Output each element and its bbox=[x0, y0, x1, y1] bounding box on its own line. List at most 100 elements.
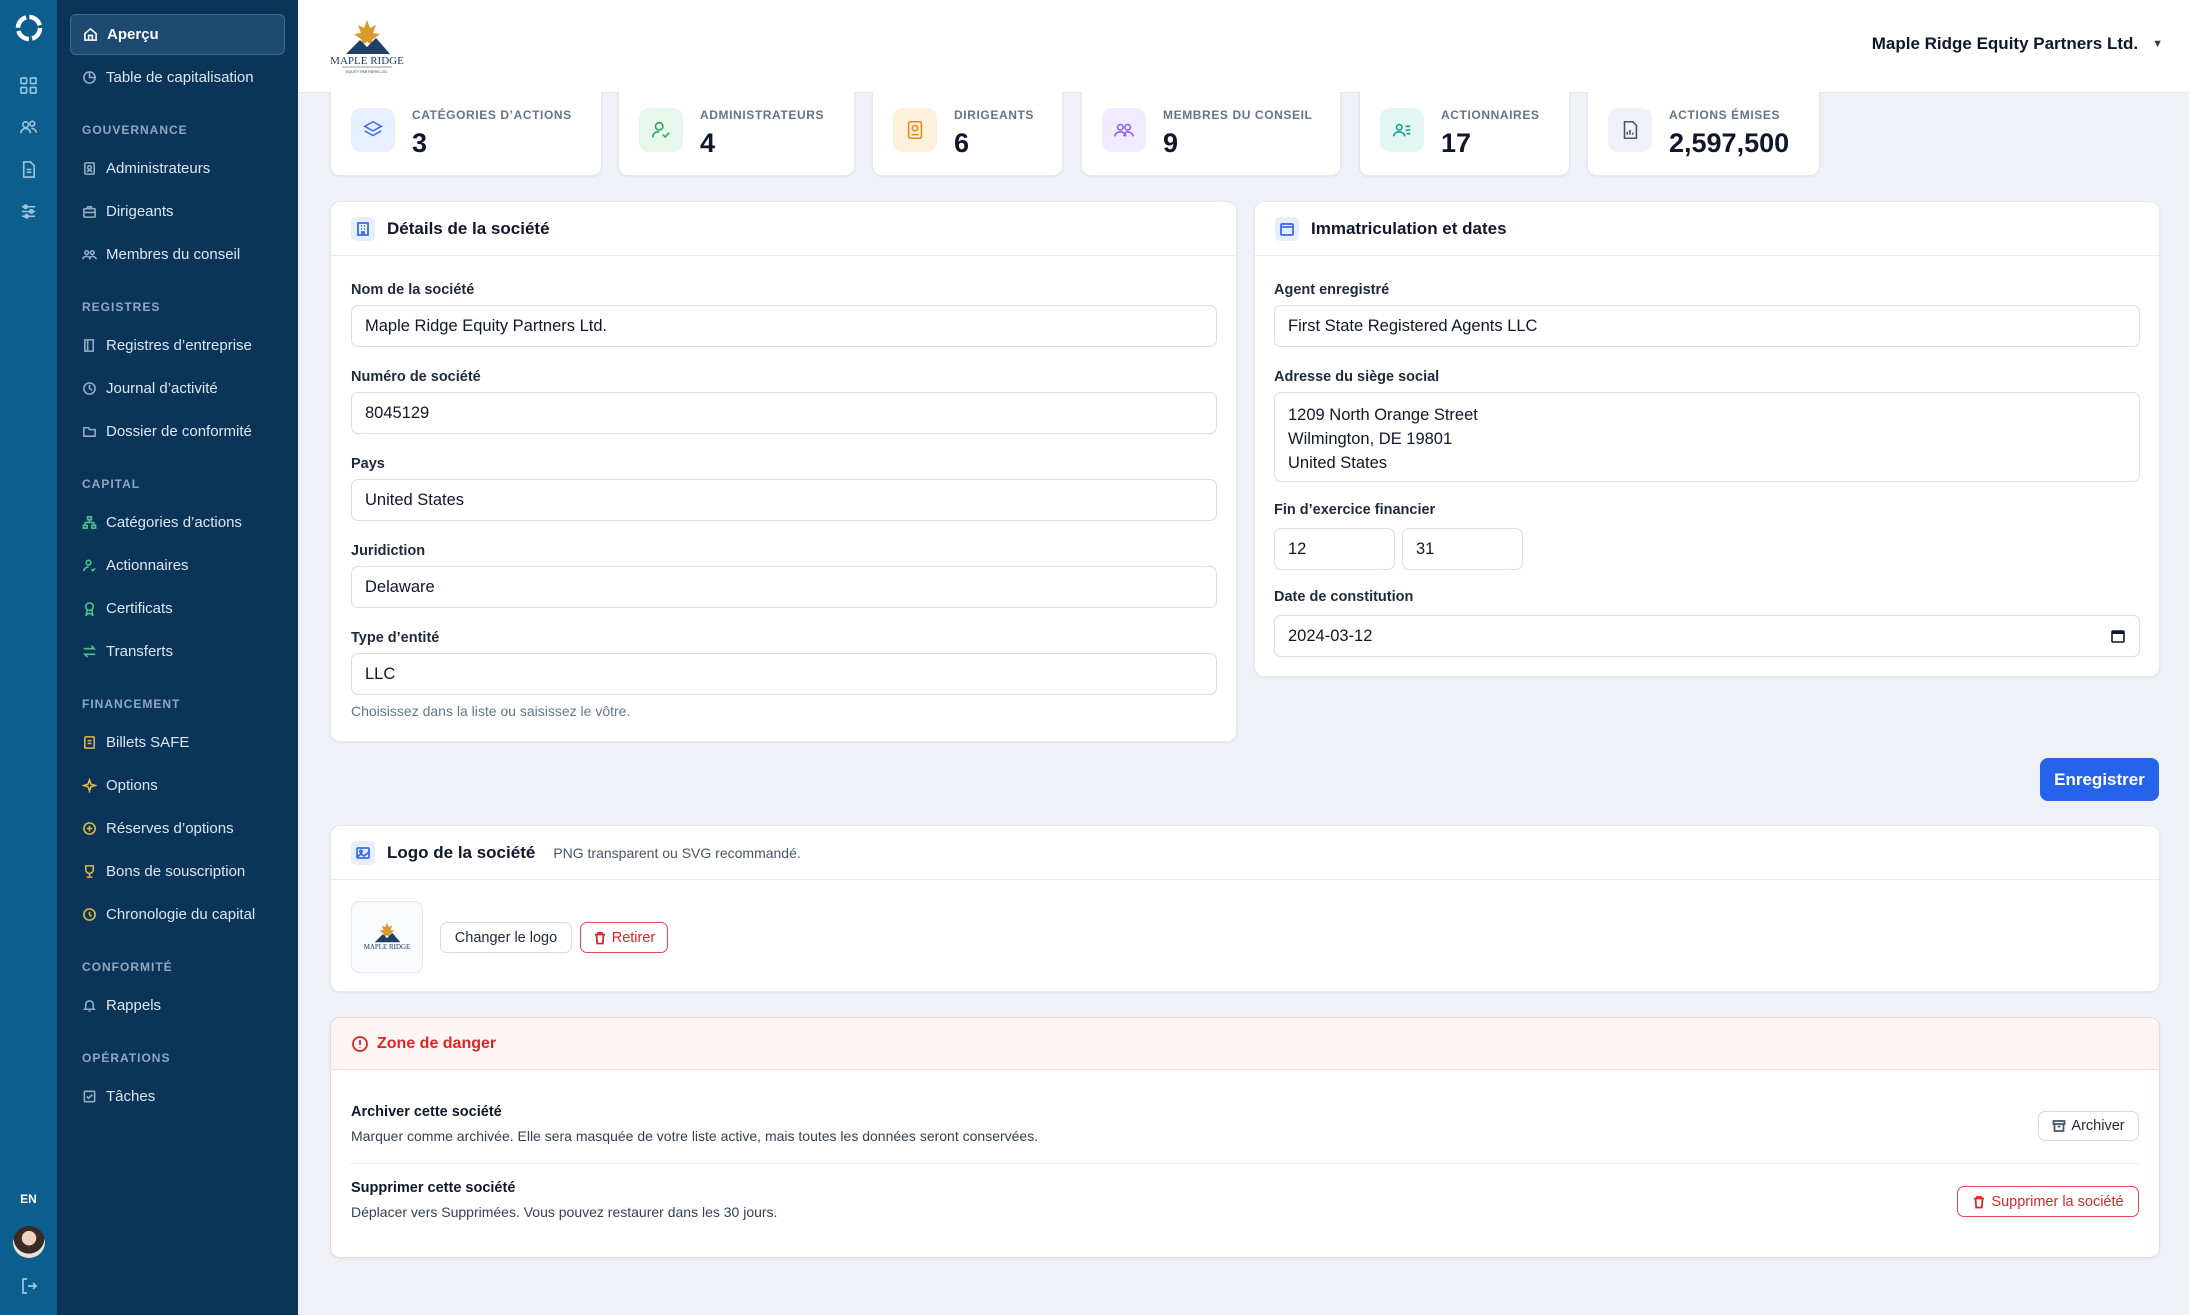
stat-value: 6 bbox=[954, 128, 970, 158]
card-title: Logo de la société bbox=[387, 842, 536, 862]
registered-address-textarea[interactable]: 1209 North Orange Street Wilmington, DE … bbox=[1274, 392, 2140, 482]
company-number-input[interactable]: 8045129 bbox=[351, 392, 1217, 434]
stat-value: 2,597,500 bbox=[1669, 128, 1790, 158]
stat-label: ACTIONS ÉMISES bbox=[1669, 108, 1781, 122]
sidebar-item-label: Aperçu bbox=[107, 26, 159, 43]
delete-company-button[interactable]: Supprimer la société bbox=[1957, 1186, 2139, 1217]
stat-label: MEMBRES DU CONSEIL bbox=[1163, 108, 1313, 122]
image-icon bbox=[351, 840, 375, 865]
sidebar-item-apercu[interactable]: Aperçu bbox=[70, 14, 285, 55]
sidebar-item-journal-activite[interactable]: Journal d’activité bbox=[70, 368, 285, 409]
archive-title: Archiver cette société bbox=[351, 1104, 502, 1120]
document-icon[interactable] bbox=[15, 155, 43, 183]
fiscal-day-input[interactable]: 31 bbox=[1402, 528, 1523, 570]
remove-logo-button[interactable]: Retirer bbox=[580, 922, 668, 953]
remove-logo-label: Retirer bbox=[611, 929, 656, 946]
sidebar-item-label: Membres du conseil bbox=[106, 246, 241, 263]
sidebar-section-capital: CAPITAL bbox=[82, 477, 141, 491]
top-bar: MAPLE RIDGE EQUITY PARTNERS LTD. Maple R… bbox=[298, 0, 2189, 93]
pie-chart-icon bbox=[82, 70, 97, 85]
fiscal-month-input[interactable]: 12 bbox=[1274, 528, 1395, 570]
users-icon[interactable] bbox=[15, 113, 43, 141]
entity-type-input[interactable]: LLC bbox=[351, 653, 1217, 695]
delete-description: Déplacer vers Supprimées. Vous pouvez re… bbox=[351, 1204, 778, 1220]
note-icon bbox=[82, 735, 97, 750]
trophy-icon bbox=[82, 864, 97, 879]
change-logo-button[interactable]: Changer le logo bbox=[440, 922, 572, 953]
sidebar-item-billets-safe[interactable]: Billets SAFE bbox=[70, 722, 285, 763]
transfer-icon bbox=[82, 644, 97, 659]
card-title: Immatriculation et dates bbox=[1311, 218, 1507, 238]
sidebar-item-label: Billets SAFE bbox=[106, 734, 190, 751]
sidebar-item-dossier-conformite[interactable]: Dossier de conformité bbox=[70, 411, 285, 452]
sidebar-item-registres-entreprise[interactable]: Registres d’entreprise bbox=[70, 325, 285, 366]
delete-company-label: Supprimer la société bbox=[1991, 1193, 2124, 1210]
incorporation-date-input[interactable]: 2024-03-12 bbox=[1274, 615, 2140, 657]
field-label: Nom de la société bbox=[351, 282, 475, 298]
country-input[interactable]: United States bbox=[351, 479, 1217, 521]
language-switch[interactable]: EN bbox=[20, 1192, 37, 1206]
sidebar-item-label: Transferts bbox=[106, 643, 173, 660]
field-label: Type d’entité bbox=[351, 630, 440, 646]
stat-card-dirigeants: DIRIGEANTS 6 bbox=[872, 92, 1063, 176]
archive-description: Marquer comme archivée. Elle sera masqué… bbox=[351, 1128, 1039, 1144]
jurisdiction-input[interactable]: Delaware bbox=[351, 566, 1217, 608]
sidebar-item-transferts[interactable]: Transferts bbox=[70, 631, 285, 672]
reserve-icon bbox=[82, 821, 97, 836]
user-check-icon bbox=[639, 108, 683, 152]
user-avatar[interactable] bbox=[12, 1226, 45, 1258]
sidebar-item-label: Bons de souscription bbox=[106, 863, 246, 880]
sidebar-item-categories-actions[interactable]: Catégories d’actions bbox=[70, 502, 285, 543]
sidebar-item-membres-conseil[interactable]: Membres du conseil bbox=[70, 234, 285, 275]
home-icon bbox=[83, 27, 98, 42]
sidebar-item-label: Certificats bbox=[106, 600, 173, 617]
registered-agent-input[interactable]: First State Registered Agents LLC bbox=[1274, 305, 2140, 347]
sparkle-icon bbox=[82, 778, 97, 793]
sidebar-item-administrateurs[interactable]: Administrateurs bbox=[70, 148, 285, 189]
sidebar-section-operations: OPÉRATIONS bbox=[82, 1051, 171, 1065]
book-icon bbox=[82, 338, 97, 353]
sidebar-item-certificats[interactable]: Certificats bbox=[70, 588, 285, 629]
company-name-input[interactable]: Maple Ridge Equity Partners Ltd. bbox=[351, 305, 1217, 347]
group-icon bbox=[82, 247, 97, 262]
sidebar-item-dirigeants[interactable]: Dirigeants bbox=[70, 191, 285, 232]
calendar-picker-icon[interactable] bbox=[2110, 628, 2126, 644]
logout-icon[interactable] bbox=[19, 1276, 39, 1315]
field-label: Adresse du siège social bbox=[1274, 369, 1440, 385]
company-switcher[interactable]: Maple Ridge Equity Partners Ltd. ▼ bbox=[1872, 34, 2163, 54]
sliders-icon[interactable] bbox=[15, 197, 43, 225]
group-icon bbox=[1102, 108, 1146, 152]
company-name: Maple Ridge Equity Partners Ltd. bbox=[1871, 34, 2139, 53]
archive-button[interactable]: Archiver bbox=[2038, 1111, 2139, 1141]
danger-zone-card: Zone de danger Archiver cette société Ma… bbox=[330, 1017, 2160, 1258]
sidebar-item-label: Dossier de conformité bbox=[106, 423, 252, 440]
stat-value: 17 bbox=[1441, 128, 1472, 158]
archive-icon bbox=[2053, 1120, 2066, 1132]
app-logo-icon[interactable] bbox=[14, 13, 44, 43]
sidebar-item-actionnaires[interactable]: Actionnaires bbox=[70, 545, 285, 586]
entity-type-help: Choisissez dans la liste ou saisissez le… bbox=[351, 703, 631, 719]
bell-icon bbox=[82, 998, 97, 1013]
sidebar-item-taches[interactable]: Tâches bbox=[70, 1076, 285, 1117]
calendar-icon bbox=[1275, 216, 1299, 241]
sidebar-item-chronologie-capital[interactable]: Chronologie du capital bbox=[70, 894, 285, 935]
sidebar-item-label: Tâches bbox=[106, 1088, 156, 1105]
sidebar-item-rappels[interactable]: Rappels bbox=[70, 985, 285, 1026]
sidebar-section-conformite: CONFORMITÉ bbox=[82, 960, 173, 974]
sidebar-item-table-capitalisation[interactable]: Table de capitalisation bbox=[70, 57, 285, 98]
folder-icon bbox=[82, 424, 97, 439]
company-logo-card: Logo de la société PNG transparent ou SV… bbox=[330, 825, 2160, 992]
sidebar-item-options[interactable]: Options bbox=[70, 765, 285, 806]
stat-card-actions-emises: ACTIONS ÉMISES 2,597,500 bbox=[1587, 92, 1820, 176]
grid-icon[interactable] bbox=[15, 71, 43, 99]
field-label: Numéro de société bbox=[351, 369, 481, 385]
save-button[interactable]: Enregistrer bbox=[2040, 758, 2159, 801]
stat-card-membres-conseil: MEMBRES DU CONSEIL 9 bbox=[1081, 92, 1341, 176]
layers-icon bbox=[351, 108, 395, 152]
card-subtitle: PNG transparent ou SVG recommandé. bbox=[553, 844, 801, 861]
sidebar-item-bons-souscription[interactable]: Bons de souscription bbox=[70, 851, 285, 892]
stat-label: ADMINISTRATEURS bbox=[700, 108, 825, 122]
sidebar-item-reserves-options[interactable]: Réserves d’options bbox=[70, 808, 285, 849]
sidebar-section-financement: FINANCEMENT bbox=[82, 697, 181, 711]
briefcase-icon bbox=[82, 204, 97, 219]
